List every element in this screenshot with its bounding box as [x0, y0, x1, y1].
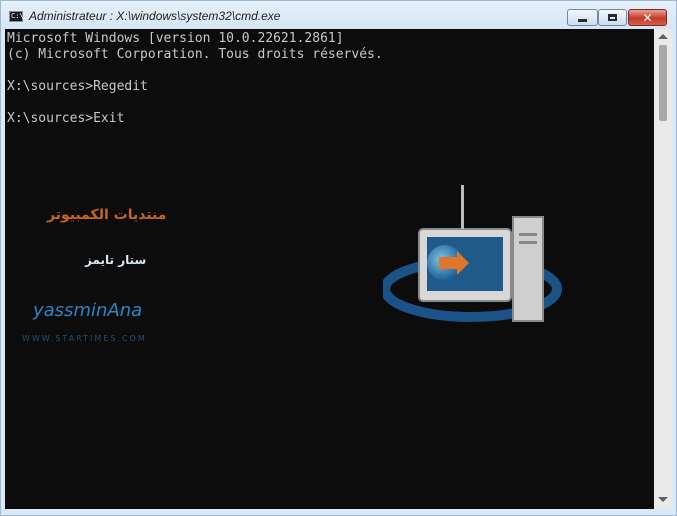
maximize-button[interactable] [598, 9, 627, 26]
close-button[interactable]: ✕ [628, 9, 667, 26]
title-bar[interactable]: C:\ Administrateur : X:\windows\system32… [1, 1, 676, 29]
watermark-arabic-subtitle: ستار تايمز [85, 253, 147, 267]
window-title: Administrateur : X:\windows\system32\cmd… [29, 9, 281, 23]
minimize-icon [578, 19, 587, 22]
console-output[interactable]: Microsoft Windows [version 10.0.22621.28… [5, 29, 654, 509]
console-line: (c) Microsoft Corporation. Tous droits r… [7, 47, 383, 62]
cmd-window: C:\ Administrateur : X:\windows\system32… [0, 0, 677, 516]
scroll-up-icon[interactable] [658, 34, 668, 39]
cmd-icon-label: C:\ [11, 12, 24, 20]
console-line: Microsoft Windows [version 10.0.22621.28… [7, 31, 344, 46]
minimize-button[interactable] [567, 9, 598, 26]
console-text: Microsoft Windows [version 10.0.22621.28… [7, 31, 383, 127]
close-icon: ✕ [642, 10, 653, 25]
maximize-icon [608, 14, 617, 21]
console-line: X:\sources>Exit [7, 111, 125, 126]
watermark-logo [383, 185, 562, 322]
scroll-thumb[interactable] [659, 45, 667, 121]
watermark-logo-text: yassminAna [33, 300, 143, 321]
watermark-url: WWW.STARTIMES.COM [22, 334, 147, 343]
cmd-icon[interactable]: C:\ [9, 11, 24, 22]
console-line: X:\sources>Regedit [7, 79, 148, 94]
scroll-down-icon[interactable] [658, 497, 668, 502]
vertical-scrollbar[interactable] [654, 29, 672, 509]
watermark-arabic-title: منتديات الكمبيوتر [47, 207, 167, 223]
